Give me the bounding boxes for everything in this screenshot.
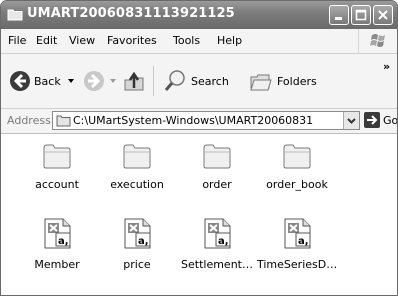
title-bar[interactable]: UMART20060831113921125: [1, 1, 397, 29]
file-item-timeseries[interactable]: a, TimeSeriesD…: [257, 218, 337, 274]
folders-label[interactable]: Folders: [277, 75, 317, 88]
menu-favorites[interactable]: Favorites: [107, 34, 157, 47]
close-icon: [378, 10, 388, 20]
search-icon[interactable]: [163, 69, 187, 93]
windows-logo-icon: [370, 34, 385, 47]
svg-text:a,: a,: [298, 236, 309, 247]
address-label: Address: [7, 114, 51, 127]
item-label: order_book: [266, 178, 328, 191]
close-button[interactable]: [373, 5, 393, 25]
menu-help[interactable]: Help: [217, 34, 242, 47]
go-arrow-icon: [364, 112, 380, 128]
maximize-button[interactable]: [351, 5, 371, 25]
svg-text:a,: a,: [138, 236, 149, 247]
windows-flag-logo: [358, 29, 397, 53]
minimize-icon: [335, 17, 342, 20]
file-item-price[interactable]: a, price: [97, 218, 177, 274]
item-label: TimeSeriesD…: [257, 258, 338, 271]
back-arrow-icon[interactable]: [9, 70, 31, 92]
folder-item-account[interactable]: account: [17, 140, 97, 196]
menu-edit[interactable]: Edit: [36, 34, 57, 47]
item-label: price: [123, 258, 151, 271]
address-input[interactable]: C:\UMartSystem-Windows\UMART20060831: [52, 111, 360, 130]
address-bar: Address C:\UMartSystem-Windows\UMART2006…: [1, 109, 397, 134]
folder-icon: [123, 144, 151, 169]
menu-view[interactable]: View: [69, 34, 95, 47]
menu-tools[interactable]: Tools: [173, 34, 200, 47]
standard-toolbar: Back Search Folders »: [1, 54, 397, 109]
search-label[interactable]: Search: [191, 75, 229, 88]
svg-text:a,: a,: [58, 236, 69, 247]
folder-icon: [203, 144, 231, 169]
file-item-member[interactable]: a, Member: [17, 218, 97, 274]
folders-icon[interactable]: [249, 70, 273, 92]
address-dropdown-button[interactable]: [343, 112, 359, 129]
csv-file-icon: a,: [204, 218, 231, 249]
chevron-down-icon: [347, 118, 356, 124]
maximize-icon: [355, 9, 367, 21]
toolbar-separator: [153, 66, 154, 96]
forward-dropdown-icon[interactable]: [109, 78, 117, 84]
file-item-settlement[interactable]: a, Settlement…: [177, 218, 257, 274]
item-label: Member: [34, 258, 80, 271]
item-label: Settlement…: [181, 258, 253, 271]
folder-icon: [283, 144, 311, 169]
svg-text:a,: a,: [218, 236, 229, 247]
csv-file-icon: a,: [44, 218, 71, 249]
toolbar-overflow-chevron[interactable]: »: [383, 60, 390, 73]
minimize-button[interactable]: [329, 5, 349, 25]
back-dropdown-icon[interactable]: [67, 78, 75, 84]
menu-bar: File Edit View Favorites Tools Help: [1, 29, 397, 54]
item-label: account: [35, 178, 79, 191]
item-label: execution: [110, 178, 164, 191]
item-label: order: [202, 178, 232, 191]
folder-icon: [43, 144, 71, 169]
go-label: Go: [383, 114, 398, 127]
folder-item-order-book[interactable]: order_book: [257, 140, 337, 196]
csv-file-icon: a,: [124, 218, 151, 249]
forward-arrow-icon[interactable]: [83, 70, 105, 92]
explorer-window: UMART20060831113921125 File Edit View Fa…: [0, 0, 398, 296]
folder-icon: [7, 9, 23, 21]
back-label[interactable]: Back: [34, 75, 61, 88]
window-title: UMART20060831113921125: [27, 6, 235, 21]
up-folder-icon[interactable]: [123, 70, 145, 92]
folder-icon: [56, 115, 71, 127]
file-list-view: account execution order order_book a, Me…: [1, 134, 397, 295]
csv-file-icon: a,: [284, 218, 311, 249]
address-path: C:\UMartSystem-Windows\UMART20060831: [73, 114, 314, 127]
folder-item-execution[interactable]: execution: [97, 140, 177, 196]
menu-file[interactable]: File: [8, 34, 26, 47]
folder-item-order[interactable]: order: [177, 140, 257, 196]
